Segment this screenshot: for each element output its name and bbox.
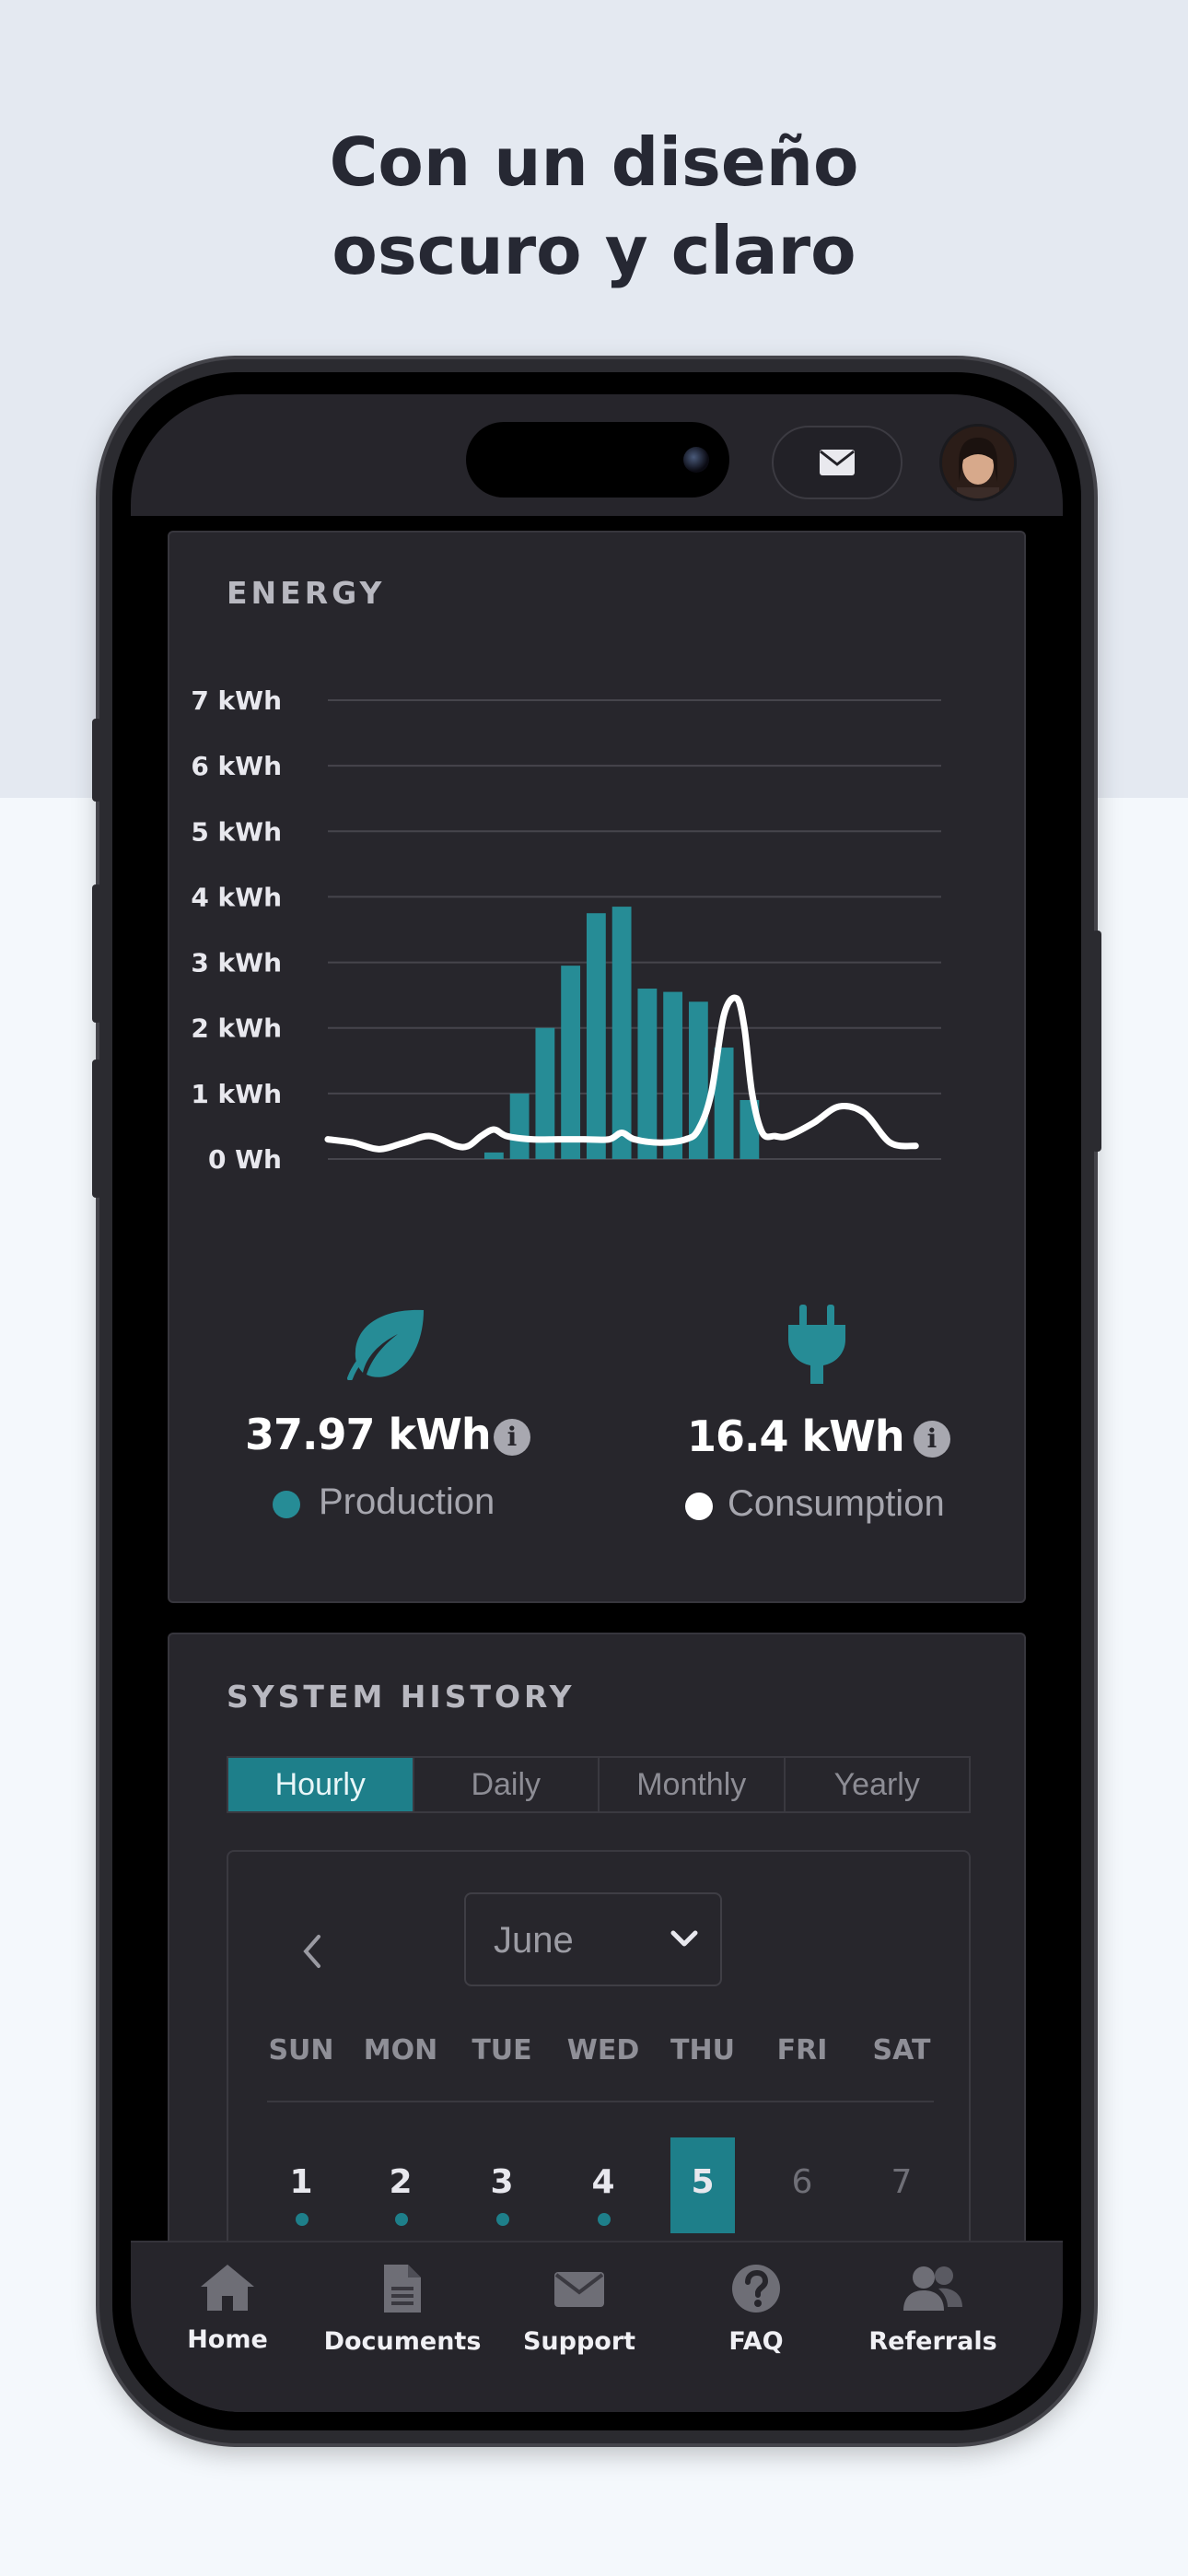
- nav-referrals-label: Referrals: [868, 2327, 997, 2356]
- y-tick-label: 7 kWh: [191, 685, 282, 716]
- weekday-sun: SUN: [268, 2034, 334, 2067]
- consumption-label: Consumption: [728, 1483, 945, 1524]
- nav-referrals[interactable]: Referrals: [845, 2263, 1020, 2373]
- calendar-day-3[interactable]: 3: [470, 2137, 534, 2233]
- system-history-title: SYSTEM HISTORY: [227, 1679, 576, 1715]
- month-select[interactable]: June: [464, 1892, 722, 1986]
- production-bar: [561, 966, 581, 1159]
- calendar-day-number: 5: [691, 2163, 715, 2201]
- y-tick-label: 4 kWh: [191, 882, 282, 912]
- headline-line-2: oscuro y claro: [332, 212, 856, 289]
- messages-button[interactable]: [772, 426, 903, 499]
- weekday-sat: SAT: [872, 2034, 931, 2067]
- y-tick-label: 5 kWh: [191, 816, 282, 847]
- production-bar: [509, 1093, 530, 1159]
- weekday-fri: FRI: [776, 2034, 828, 2067]
- production-info-icon[interactable]: i: [494, 1419, 530, 1456]
- energy-chart: 7 kWh6 kWh5 kWh4 kWh3 kWh2 kWh1 kWh0 Wh0…: [191, 685, 941, 1175]
- calendar-day-7[interactable]: 7: [869, 2137, 934, 2233]
- side-button-left-2: [92, 884, 101, 1023]
- calendar-day-number: 4: [591, 2163, 615, 2201]
- question-icon: [732, 2265, 780, 2313]
- consumption-info-icon[interactable]: i: [914, 1421, 950, 1458]
- document-icon: [384, 2265, 421, 2313]
- tab-monthly[interactable]: Monthly: [600, 1758, 786, 1811]
- y-tick-label: 3 kWh: [191, 948, 282, 978]
- leaf-icon: [347, 1309, 424, 1380]
- chevron-down-icon: [670, 1930, 698, 1947]
- home-icon: [201, 2265, 254, 2311]
- data-dot: [395, 2213, 408, 2226]
- users-icon: [903, 2266, 962, 2311]
- headline: Con un diseño oscuro y claro: [0, 118, 1188, 295]
- nav-documents-label: Documents: [323, 2327, 482, 2356]
- side-button-right: [1092, 931, 1101, 1152]
- production-bar: [611, 907, 632, 1159]
- tab-hourly[interactable]: Hourly: [228, 1758, 414, 1811]
- production-label: Production: [319, 1481, 495, 1522]
- weekday-wed: WED: [566, 2034, 640, 2067]
- consumption-legend-dot: [685, 1493, 713, 1520]
- month-select-value: June: [494, 1920, 574, 1961]
- production-bar: [586, 913, 606, 1159]
- y-tick-label: 6 kWh: [191, 751, 282, 781]
- calendar-day-5-selected[interactable]: 5: [670, 2137, 735, 2233]
- consumption-value: 16.4 kWh: [687, 1411, 905, 1461]
- user-avatar[interactable]: [939, 424, 1017, 501]
- calendar-day-2[interactable]: 2: [368, 2137, 433, 2233]
- calendar-day-6[interactable]: 6: [770, 2137, 834, 2233]
- tab-yearly[interactable]: Yearly: [786, 1758, 970, 1811]
- nav-home[interactable]: Home: [140, 2263, 315, 2373]
- calendar-divider: [267, 2101, 934, 2102]
- production-bar: [637, 989, 658, 1159]
- calendar-day-number: 6: [791, 2163, 813, 2201]
- chevron-left-icon[interactable]: [293, 1924, 330, 1979]
- calendar-day-number: 1: [289, 2163, 313, 2201]
- data-dot: [496, 2213, 509, 2226]
- camera-icon: [683, 447, 709, 473]
- plug-icon: [788, 1305, 845, 1384]
- production-bar: [483, 1152, 504, 1159]
- nav-faq-label: FAQ: [728, 2327, 784, 2356]
- side-button-left-1: [92, 719, 101, 802]
- app-header: [131, 394, 1063, 516]
- nav-documents[interactable]: Documents: [315, 2263, 490, 2373]
- headline-line-1: Con un diseño: [329, 123, 859, 201]
- dynamic-island: [466, 422, 729, 498]
- bottom-navigation: Home Documents Support FAQ Referrals: [131, 2241, 1063, 2412]
- production-legend-dot: [273, 1491, 300, 1518]
- nav-faq[interactable]: FAQ: [669, 2263, 844, 2373]
- y-tick-label: 0 Wh: [208, 1144, 282, 1175]
- calendar-day-number: 3: [490, 2163, 514, 2201]
- tab-daily[interactable]: Daily: [414, 1758, 600, 1811]
- calendar-day-number: 7: [891, 2163, 913, 2201]
- avatar-image: [942, 427, 1014, 498]
- nav-support-label: Support: [522, 2327, 636, 2356]
- weekday-mon: MON: [363, 2034, 438, 2067]
- weekday-thu: THU: [670, 2034, 735, 2067]
- mail-icon: [554, 2272, 604, 2307]
- y-tick-label: 1 kWh: [191, 1079, 282, 1109]
- nav-support[interactable]: Support: [492, 2263, 667, 2373]
- weekday-tue: TUE: [472, 2034, 532, 2067]
- app-screen: ENERGY 7 kWh 6 kWh 5 kWh 4 kWh 3 kWh 2 kWh 1 k…: [131, 394, 1063, 2412]
- production-value: 37.97 kWh: [245, 1410, 492, 1459]
- energy-card: ENERGY 7 kWh 6 kWh 5 kWh 4 kWh 3 kWh 2 kWh 1 k…: [168, 531, 1026, 1603]
- weekday-header: SUN MON TUE WED THU FRI SAT: [228, 2034, 973, 2080]
- production-bar: [663, 991, 683, 1159]
- side-button-left-3: [92, 1060, 101, 1198]
- data-dot: [296, 2213, 309, 2226]
- data-dot: [598, 2213, 611, 2226]
- calendar-day-1[interactable]: 1: [269, 2137, 333, 2233]
- y-tick-label: 2 kWh: [191, 1013, 282, 1044]
- calendar-day-4[interactable]: 4: [571, 2137, 635, 2233]
- history-tabs: Hourly Daily Monthly Yearly: [227, 1756, 971, 1813]
- nav-home-label: Home: [187, 2325, 268, 2354]
- mail-icon: [820, 450, 855, 475]
- calendar-day-number: 2: [389, 2163, 413, 2201]
